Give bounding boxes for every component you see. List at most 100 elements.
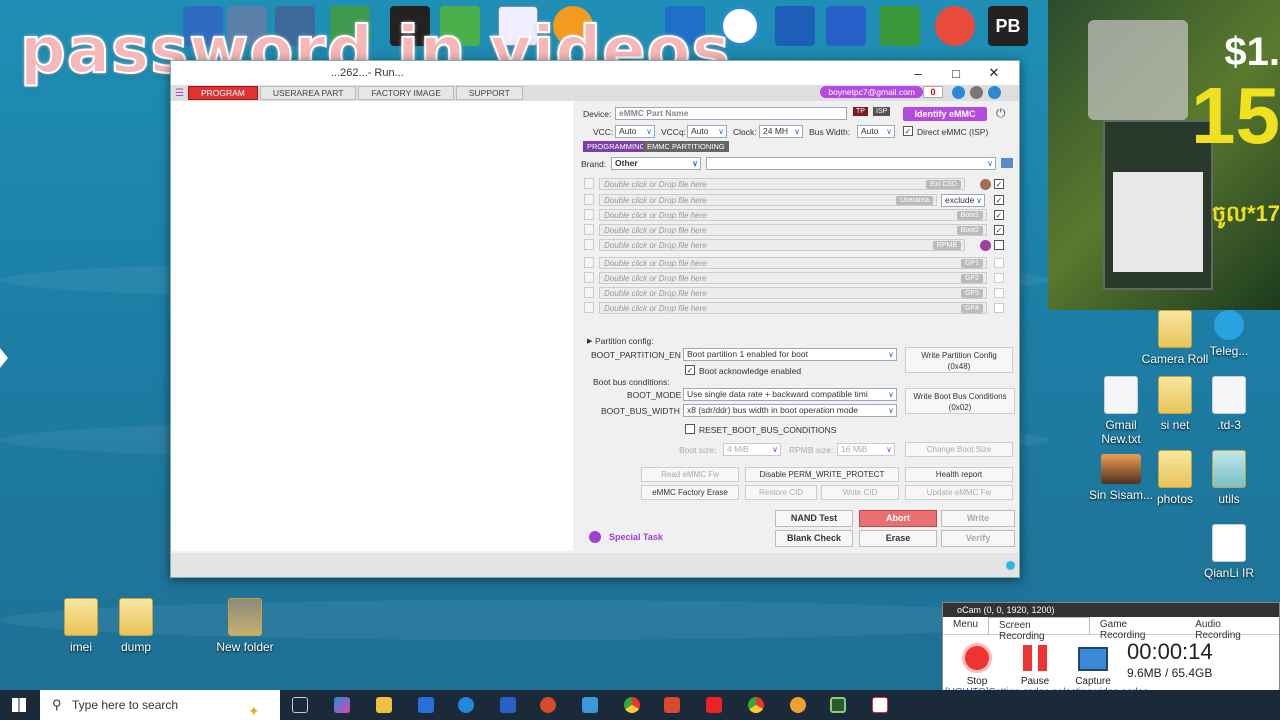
boot-ack-checkbox[interactable]: ✓ xyxy=(685,365,695,375)
tab-program[interactable]: PROGRAM xyxy=(187,86,258,100)
tab-factory-image[interactable]: FACTORY IMAGE xyxy=(358,86,454,100)
rpmb-size-select[interactable]: 16 MiB ∨ xyxy=(837,443,895,456)
close-button[interactable]: ✕ xyxy=(975,65,1013,81)
write-boot-bus-button[interactable]: Write Boot Bus Conditions (0x02) xyxy=(905,388,1015,414)
folder-icon[interactable] xyxy=(1001,158,1013,168)
info-icon[interactable] xyxy=(970,86,983,99)
verify-button[interactable]: Verify xyxy=(941,530,1015,547)
brand-select[interactable]: Other ∨ xyxy=(611,157,701,170)
copilot-icon[interactable] xyxy=(334,697,350,713)
gp3-checkbox[interactable] xyxy=(994,288,1004,298)
desktop-app-icon[interactable] xyxy=(826,6,866,46)
desktop-app-icon[interactable] xyxy=(880,6,920,46)
maximize-button[interactable]: □ xyxy=(937,66,975,81)
tp-badge[interactable]: TP xyxy=(853,107,868,116)
app-icon[interactable] xyxy=(540,697,556,713)
ocam-tab-screen-recording[interactable]: Screen Recording xyxy=(988,617,1090,642)
ext-csd-checkbox[interactable]: ✓ xyxy=(994,179,1004,189)
app-icon[interactable] xyxy=(872,697,888,713)
edge-icon[interactable] xyxy=(458,697,474,713)
vcc-select[interactable]: Auto ∨ xyxy=(615,125,655,138)
desktop-item-telegram[interactable]: Teleg... xyxy=(1194,310,1264,358)
boot2-checkbox[interactable]: ✓ xyxy=(994,225,1004,235)
desktop-item-qianli-ir[interactable]: QianLi IR xyxy=(1194,524,1264,580)
rpmb-icon[interactable] xyxy=(980,240,991,251)
tab-userarea-part[interactable]: USERAREA PART xyxy=(259,86,357,100)
emmc-tool-taskbar-icon[interactable] xyxy=(830,697,846,713)
boot-size-select[interactable]: 4 MiB ∨ xyxy=(723,443,781,456)
special-task-link[interactable]: Special Task xyxy=(609,532,663,542)
disable-perm-write-protect-button[interactable]: Disable PERM_WRITE_PROTECT xyxy=(745,467,899,482)
vcc-value: Auto xyxy=(619,126,637,136)
abort-button[interactable]: Abort xyxy=(859,510,937,527)
task-view-icon[interactable] xyxy=(292,697,308,713)
model-select[interactable]: ∨ xyxy=(706,157,996,170)
store-icon[interactable] xyxy=(418,697,434,713)
app-3-icon[interactable] xyxy=(500,697,516,713)
boot1-checkbox[interactable]: ✓ xyxy=(994,210,1004,220)
desktop-app-icon[interactable] xyxy=(775,6,815,46)
emmc-partitioning-strip[interactable]: EMMC PARTITIONING xyxy=(643,141,729,152)
blank-check-button[interactable]: Blank Check xyxy=(775,530,853,547)
settings-icon[interactable] xyxy=(988,86,1001,99)
desktop-app-icon[interactable] xyxy=(935,6,975,46)
desktop-item-td3[interactable]: .td-3 xyxy=(1194,376,1264,432)
desktop-item-utils[interactable]: utils xyxy=(1194,450,1264,506)
app-icon[interactable] xyxy=(582,697,598,713)
programming-strip[interactable]: PROGRAMMING xyxy=(583,141,650,152)
file-explorer-icon[interactable] xyxy=(376,697,392,713)
restore-cid-button[interactable]: Restore CID xyxy=(745,485,817,500)
ocam-tab-game-recording[interactable]: Game Recording xyxy=(1090,617,1185,641)
app-icon[interactable] xyxy=(664,697,680,713)
direct-emmc-checkbox[interactable]: ✓ xyxy=(903,126,913,136)
vccq-select[interactable]: Auto ∨ xyxy=(687,125,727,138)
chrome-icon[interactable] xyxy=(748,697,764,713)
ocam-capture-button[interactable]: Capture xyxy=(1073,643,1113,687)
update-emmc-fw-button[interactable]: Update eMMC Fw xyxy=(905,485,1013,500)
youtube-icon[interactable] xyxy=(706,697,722,713)
exclude-select[interactable]: exclude ∨ xyxy=(941,194,985,207)
userarea-checkbox[interactable]: ✓ xyxy=(994,195,1004,205)
pb-app-icon[interactable]: PB xyxy=(988,6,1028,46)
gp1-checkbox[interactable] xyxy=(994,258,1004,268)
boot-bus-width-select[interactable]: x8 (sdr/ddr) bus width in boot operation… xyxy=(683,404,897,417)
health-report-button[interactable]: Health report xyxy=(905,467,1013,482)
boot-partition-select[interactable]: Boot partition 1 enabled for boot ∨ xyxy=(683,348,897,361)
bus-width-select[interactable]: Auto ∨ xyxy=(857,125,895,138)
write-partition-config-button[interactable]: Write Partition Config (0x48) xyxy=(905,347,1013,373)
chrome-icon[interactable] xyxy=(624,697,640,713)
ocam-stop-button[interactable]: Stop xyxy=(957,643,997,687)
webcam-price: $1. xyxy=(1224,30,1280,74)
read-emmc-fw-button[interactable]: Read eMMC Fw xyxy=(641,467,739,482)
device-field[interactable]: eMMC Part Name xyxy=(615,107,847,120)
taskbar-search[interactable]: ⚲ Type here to search ✦ xyxy=(40,690,280,720)
gp2-checkbox[interactable] xyxy=(994,273,1004,283)
reset-boot-checkbox[interactable] xyxy=(685,424,695,434)
desktop-item-dump[interactable]: dump xyxy=(101,598,171,654)
desktop-item-new-folder[interactable]: New folder xyxy=(210,598,280,654)
ext-csd-icon[interactable] xyxy=(980,179,991,190)
download-icon[interactable] xyxy=(952,86,965,99)
gp4-checkbox[interactable] xyxy=(994,303,1004,313)
emmc-factory-erase-button[interactable]: eMMC Factory Erase xyxy=(641,485,739,500)
isp-badge[interactable]: ISP xyxy=(873,107,891,116)
erase-button[interactable]: Erase xyxy=(859,530,937,547)
ocam-pause-button[interactable]: Pause xyxy=(1015,643,1055,687)
identify-emmc-button[interactable]: Identify eMMC xyxy=(903,107,987,121)
ocam-tab-menu[interactable]: Menu xyxy=(943,617,988,634)
nand-test-button[interactable]: NAND Test xyxy=(775,510,853,527)
ocam-tab-audio-recording[interactable]: Audio Recording xyxy=(1185,617,1279,641)
tab-support[interactable]: SUPPORT xyxy=(455,86,523,100)
power-icon[interactable]: ⏻ xyxy=(996,106,1006,121)
write-button[interactable]: Write xyxy=(941,510,1015,527)
change-boot-size-button[interactable]: Change Boot Size xyxy=(905,442,1013,457)
rpmb-checkbox[interactable] xyxy=(994,240,1004,250)
hamburger-icon[interactable]: ☰ xyxy=(175,88,184,99)
expand-arrow-icon[interactable]: ▶ xyxy=(587,337,592,345)
app-icon[interactable] xyxy=(790,697,806,713)
clock-select[interactable]: 24 MH ∨ xyxy=(759,125,803,138)
boot-mode-select[interactable]: Use single data rate + backward compatib… xyxy=(683,388,897,401)
windows-start-icon[interactable] xyxy=(12,698,26,712)
write-cid-button[interactable]: Write CID xyxy=(821,485,899,500)
minimize-button[interactable]: – xyxy=(899,66,937,81)
